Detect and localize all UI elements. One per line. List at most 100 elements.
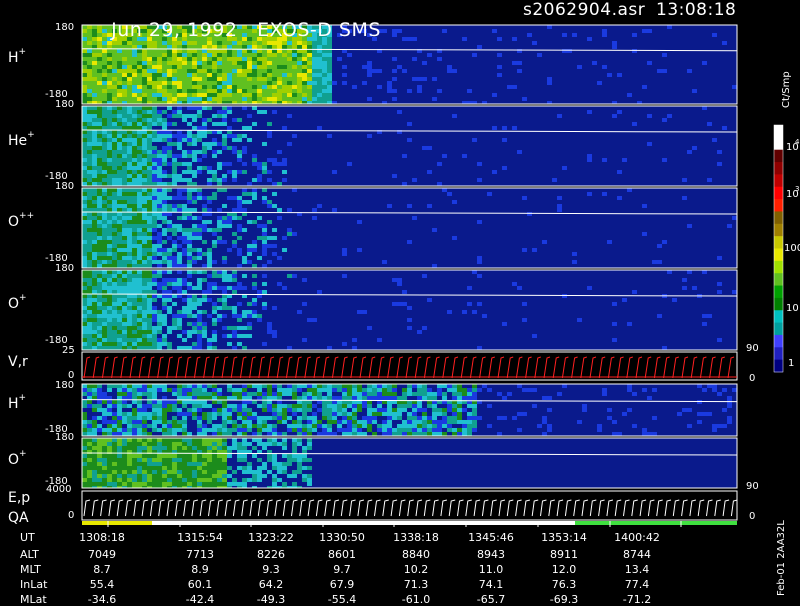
spectrogram-cell: [347, 416, 352, 420]
spectrogram-cell: [82, 85, 87, 89]
spectrogram-cell: [152, 342, 157, 346]
spectrogram-cell: [157, 81, 162, 85]
spectrogram-cell: [192, 45, 197, 49]
spectrogram-cell: [232, 392, 237, 396]
spectrogram-cell: [82, 142, 87, 146]
spectrogram-cell: [332, 388, 337, 392]
spectrogram-cell: [97, 130, 102, 134]
spectrogram-cell: [287, 228, 292, 232]
spectrogram-cell: [222, 45, 227, 49]
spectrogram-cell: [112, 400, 117, 404]
spectrogram-cell: [597, 424, 602, 428]
spectrogram-cell: [112, 334, 117, 338]
spectrogram-cell: [107, 248, 112, 252]
spectrogram-cell: [317, 65, 322, 69]
spectrogram-cell: [207, 462, 212, 466]
spectrogram-cell: [277, 61, 282, 65]
spectrogram-cell: [317, 85, 322, 89]
spectrogram-cell: [147, 220, 152, 224]
spectrogram-cell: [232, 77, 237, 81]
spectrogram-cell: [202, 73, 207, 77]
spectrogram-cell: [182, 240, 187, 244]
spectrogram-cell: [147, 306, 152, 310]
spectrogram-cell: [167, 466, 172, 470]
spectrogram-cell: [82, 93, 87, 97]
spectrogram-cell: [387, 204, 392, 208]
spectrogram-cell: [227, 416, 232, 420]
spectrogram-cell: [92, 458, 97, 462]
spectrogram-cell: [102, 338, 107, 342]
spectrogram-cell: [472, 392, 477, 396]
spectrogram-cell: [227, 396, 232, 400]
spectrogram-cell: [392, 57, 397, 61]
spectrogram-cell: [172, 470, 177, 474]
spectrogram-cell: [97, 93, 102, 97]
spectrogram-cell: [347, 162, 352, 166]
spectrogram-cell: [157, 158, 162, 162]
spectrogram-cell: [377, 396, 382, 400]
spectrogram-cell: [602, 65, 607, 69]
spectrogram-cell: [327, 404, 332, 408]
spectrogram-cell: [152, 73, 157, 77]
spectrogram-cell: [282, 81, 287, 85]
spectrogram-cell: [157, 342, 162, 346]
spectrogram-cell: [177, 178, 182, 182]
spectrogram-cell: [272, 474, 277, 478]
spectrogram-cell: [302, 424, 307, 428]
spectrogram-cell: [197, 432, 202, 436]
spectrogram-cell: [82, 416, 87, 420]
spectrogram-cell: [222, 220, 227, 224]
spectrogram-cell: [102, 93, 107, 97]
spectrogram-cell: [262, 244, 267, 248]
spectrogram-cell: [137, 290, 142, 294]
spectrogram-cell: [167, 326, 172, 330]
spectrogram-cell: [212, 412, 217, 416]
spectrogram-cell: [82, 114, 87, 118]
spectrogram-cell: [187, 138, 192, 142]
spectrogram-cell: [307, 396, 312, 400]
spectrogram-cell: [382, 424, 387, 428]
spectrogram-cell: [207, 45, 212, 49]
spectrogram-cell: [102, 81, 107, 85]
spectrogram-cell: [247, 192, 252, 196]
spectrogram-cell: [102, 232, 107, 236]
spectrogram-cell: [107, 338, 112, 342]
spectrogram-cell: [117, 73, 122, 77]
spectrogram-cell: [282, 470, 287, 474]
spectrogram-cell: [222, 114, 227, 118]
spectrogram-cell: [207, 396, 212, 400]
spectrogram-cell: [152, 470, 157, 474]
spectrogram-cell: [137, 150, 142, 154]
spectrogram-cell: [92, 174, 97, 178]
spectrogram-cell: [112, 81, 117, 85]
spectrogram-cell: [157, 482, 162, 486]
spectrogram-cell: [202, 106, 207, 110]
spectrogram-cell: [612, 114, 617, 118]
spectrogram-cell: [302, 302, 307, 306]
spectrogram-cell: [217, 270, 222, 274]
spectrogram-cell: [182, 114, 187, 118]
spectrogram-cell: [177, 236, 182, 240]
spectrogram-cell: [202, 392, 207, 396]
spectrogram-cell: [187, 392, 192, 396]
spectrogram-cell: [122, 106, 127, 110]
spectrogram-cell: [112, 290, 117, 294]
spectrogram-cell: [252, 154, 257, 158]
spectrogram-cell: [407, 392, 412, 396]
spectrogram-cell: [87, 466, 92, 470]
spectrogram-cell: [477, 302, 482, 306]
spectrogram-cell: [122, 49, 127, 53]
spectrogram-cell: [197, 322, 202, 326]
spectrogram-cell: [132, 306, 137, 310]
spectrogram-cell: [382, 420, 387, 424]
spectrogram-cell: [107, 208, 112, 212]
spectrogram-cell: [97, 458, 102, 462]
spectrogram-cell: [92, 466, 97, 470]
spectrogram-cell: [252, 432, 257, 436]
spectrogram-cell: [112, 73, 117, 77]
spectrogram-cell: [287, 458, 292, 462]
spectrogram-cell: [112, 446, 117, 450]
spectrogram-cell: [237, 264, 242, 268]
spectrogram-cell: [317, 290, 322, 294]
spectrogram-cell: [137, 174, 142, 178]
